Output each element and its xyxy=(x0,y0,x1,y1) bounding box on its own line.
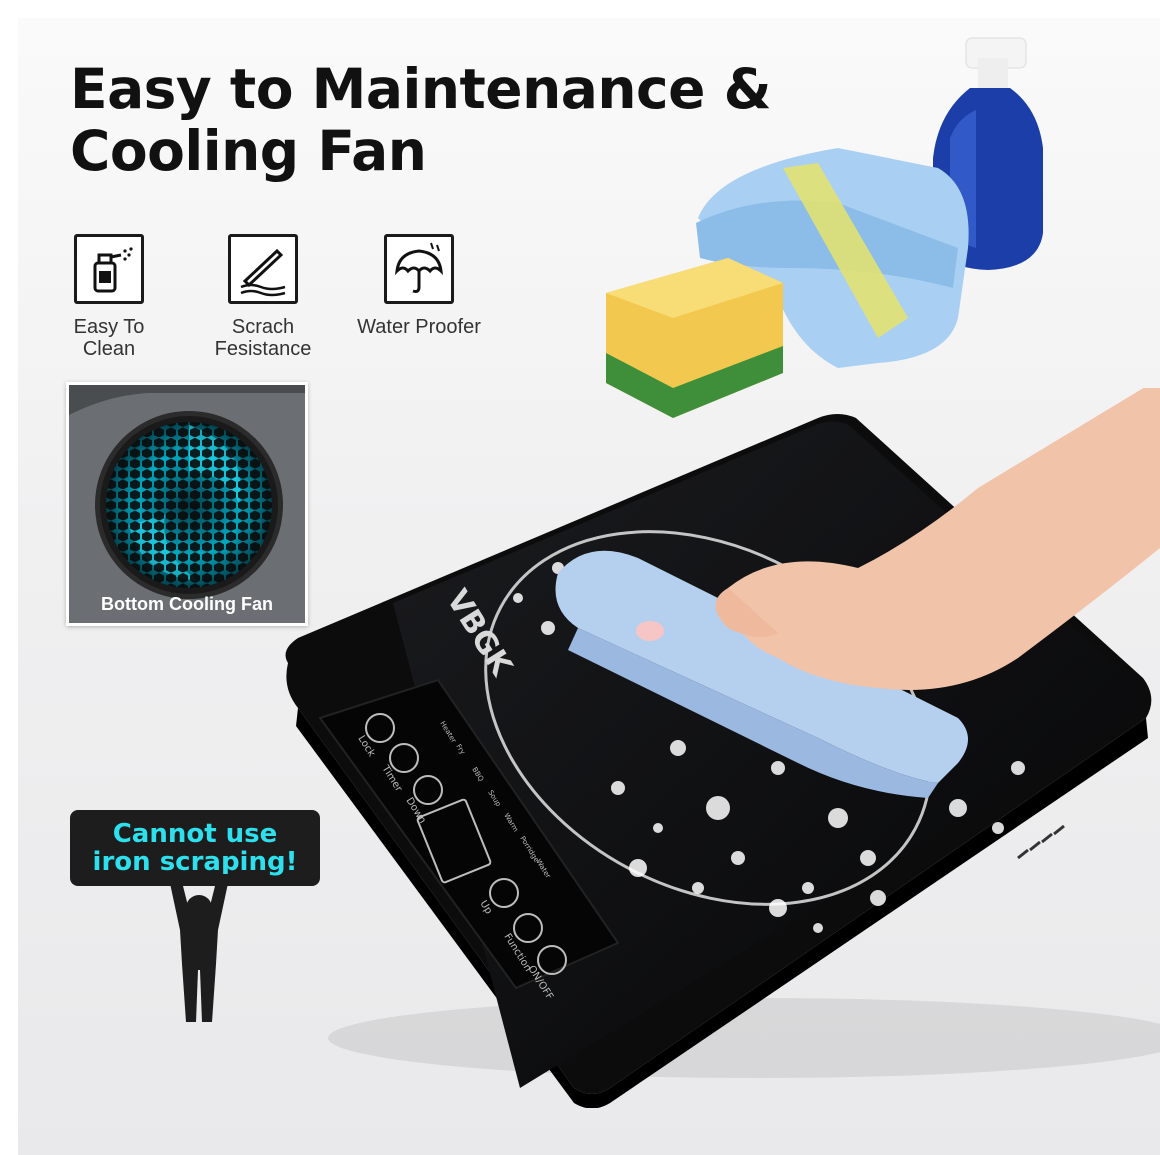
induction-cooktop: VBGK Lock Timer Down Up Function ON/OFF … xyxy=(285,388,1160,1108)
spray-bottle-icon xyxy=(74,234,144,304)
umbrella-icon xyxy=(384,234,454,304)
feature-easy-to-clean: Easy To Clean xyxy=(34,234,184,360)
feature-label: Water Proofer xyxy=(357,316,481,338)
page-title: Easy to Maintenance & Cooling Fan xyxy=(70,57,772,183)
scratch-resistance-icon xyxy=(228,234,298,304)
feature-label: Scrach Fesistance xyxy=(214,316,312,360)
product-image: Easy to Maintenance & Cooling Fan Easy T… xyxy=(18,18,1160,1155)
warning-line-2: iron scraping! xyxy=(92,847,298,877)
warning-line-1: Cannot use xyxy=(112,819,278,849)
feature-scratch-resistance: Scrach Fesistance xyxy=(188,234,338,360)
person-holding-sign-icon xyxy=(168,874,230,1022)
feature-label: Easy To Clean xyxy=(73,316,145,360)
feature-water-proofer: Water Proofer xyxy=(344,234,494,338)
title-line-2: Cooling Fan xyxy=(70,119,427,183)
title-line-1: Easy to Maintenance & xyxy=(70,57,772,121)
